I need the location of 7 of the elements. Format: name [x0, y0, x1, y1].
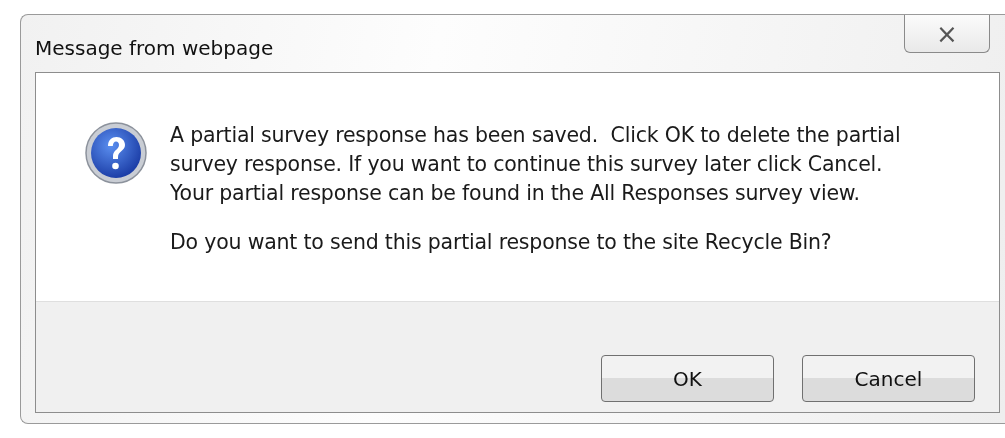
help-icon [84, 121, 148, 185]
question-text: Do you want to send this partial response to the site Recycle Bin? [170, 229, 833, 256]
message-text: A partial survey response has been saved. Click OK to delete the partial survey response. If you want to continue this survey later click Cancel. Your partial response can be found in the All Responses survey view. [170, 122, 901, 207]
window-title: Message from webpage [35, 35, 274, 62]
close-button[interactable]: × [904, 15, 990, 53]
dialog-button[interactable]: Cancel [802, 355, 975, 402]
dialog-button[interactable]: OK [601, 355, 774, 402]
